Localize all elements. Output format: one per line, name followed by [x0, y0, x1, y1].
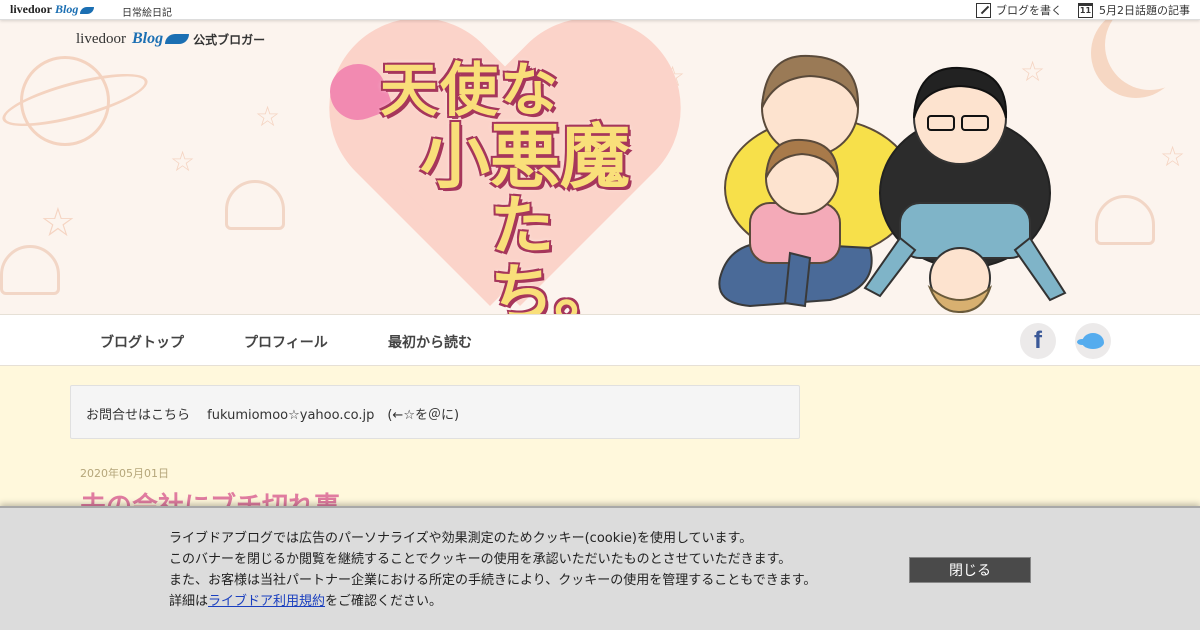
- twitter-share-button[interactable]: [1075, 323, 1111, 359]
- family-illustration: [710, 38, 1080, 314]
- blog-title-line1: 天使な: [380, 56, 561, 124]
- official-logo-blog: Blog: [132, 30, 164, 47]
- official-blogger-logo: livedoor Blog 公式ブロガー: [76, 30, 265, 48]
- blog-title: 天使な 小悪魔 たち。: [360, 60, 660, 314]
- write-blog-label: ブログを書く: [996, 4, 1062, 17]
- star-decoration: ☆: [255, 100, 281, 133]
- twitter-icon: [1077, 333, 1104, 349]
- topics-label: 5月2日話題の記事: [1099, 4, 1190, 17]
- official-logo-text: livedoor: [76, 30, 126, 47]
- post-date: 2020年05月01日: [80, 467, 169, 480]
- top-bar-actions: ブログを書く 11 5月2日話題の記事: [960, 2, 1190, 18]
- official-blogger-label: 公式ブロガー: [193, 32, 266, 47]
- cookie-line-1: ライブドアブログでは広告のパーソナライズや効果測定のためクッキー(cookie)…: [169, 531, 753, 546]
- blog-header-banner[interactable]: ☆ ☆ ☆ ☆ ☆ ☆ livedoor Blog 公式ブロガー 天使な 小悪魔…: [0, 20, 1200, 314]
- facebook-share-button[interactable]: f: [1020, 323, 1056, 359]
- jellyfish-decoration: [225, 180, 285, 230]
- contact-notice: お問合せはこちら fukumiomoo☆yahoo.co.jp (←☆を＠に): [70, 385, 800, 439]
- terms-of-use-link[interactable]: ライブドア利用規約: [208, 594, 325, 609]
- cookie-line-4: 詳細はライブドア利用規約をご確認ください。: [169, 591, 816, 612]
- write-blog-link[interactable]: ブログを書く: [976, 2, 1062, 18]
- livedoor-blog-logo[interactable]: livedoor Blog: [10, 2, 95, 17]
- contact-text: お問合せはこちら fukumiomoo☆yahoo.co.jp (←☆を＠に): [86, 408, 460, 423]
- cookie-line-2: このバナーを閉じるか閲覧を継続することでクッキーの使用を承認いただいたものとさせ…: [169, 552, 792, 567]
- top-bar: livedoor Blog 日常絵日記 ブログを書く 11 5月2日話題の記事: [0, 0, 1200, 20]
- cookie-consent-banner: ライブドアブログでは広告のパーソナライズや効果測定のためクッキー(cookie)…: [0, 506, 1200, 630]
- star-decoration: ☆: [1160, 140, 1186, 173]
- blog-title-line3: たち。: [490, 190, 618, 314]
- cookie-line-3: また、お客様は当社パートナー企業における所定の手続きにより、クッキーの使用を管理…: [169, 573, 817, 588]
- star-decoration: ☆: [170, 145, 196, 178]
- nav-blog-top[interactable]: ブログトップ: [100, 332, 184, 352]
- topics-link[interactable]: 11 5月2日話題の記事: [1078, 2, 1190, 18]
- cookie-close-button[interactable]: 閉じる: [909, 557, 1031, 583]
- jellyfish-decoration: [0, 245, 60, 295]
- logo-blog-text: Blog: [55, 2, 79, 16]
- blog-nav: ブログトップ プロフィール 最初から読む f: [0, 314, 1200, 366]
- facebook-icon: f: [1034, 327, 1042, 354]
- nav-read-from-start[interactable]: 最初から読む: [388, 332, 472, 352]
- wing-icon: [165, 34, 190, 44]
- cookie-message: ライブドアブログでは広告のパーソナライズや効果測定のためクッキー(cookie)…: [169, 528, 816, 612]
- cookie-line-4-suffix: をご確認ください。: [325, 594, 443, 609]
- cookie-line-4-prefix: 詳細は: [169, 594, 209, 609]
- pen-icon: [976, 2, 991, 18]
- wing-icon: [80, 6, 95, 14]
- blog-category[interactable]: 日常絵日記: [122, 4, 172, 19]
- jellyfish-decoration: [1095, 195, 1155, 245]
- moon-decoration: [1105, 20, 1195, 90]
- calendar-icon: 11: [1078, 2, 1093, 18]
- blog-title-line2: 小悪魔: [420, 115, 630, 198]
- star-decoration: ☆: [40, 200, 76, 246]
- logo-text: livedoor: [10, 2, 52, 16]
- family-illustration-svg: [718, 54, 1067, 314]
- nav-profile[interactable]: プロフィール: [244, 332, 328, 352]
